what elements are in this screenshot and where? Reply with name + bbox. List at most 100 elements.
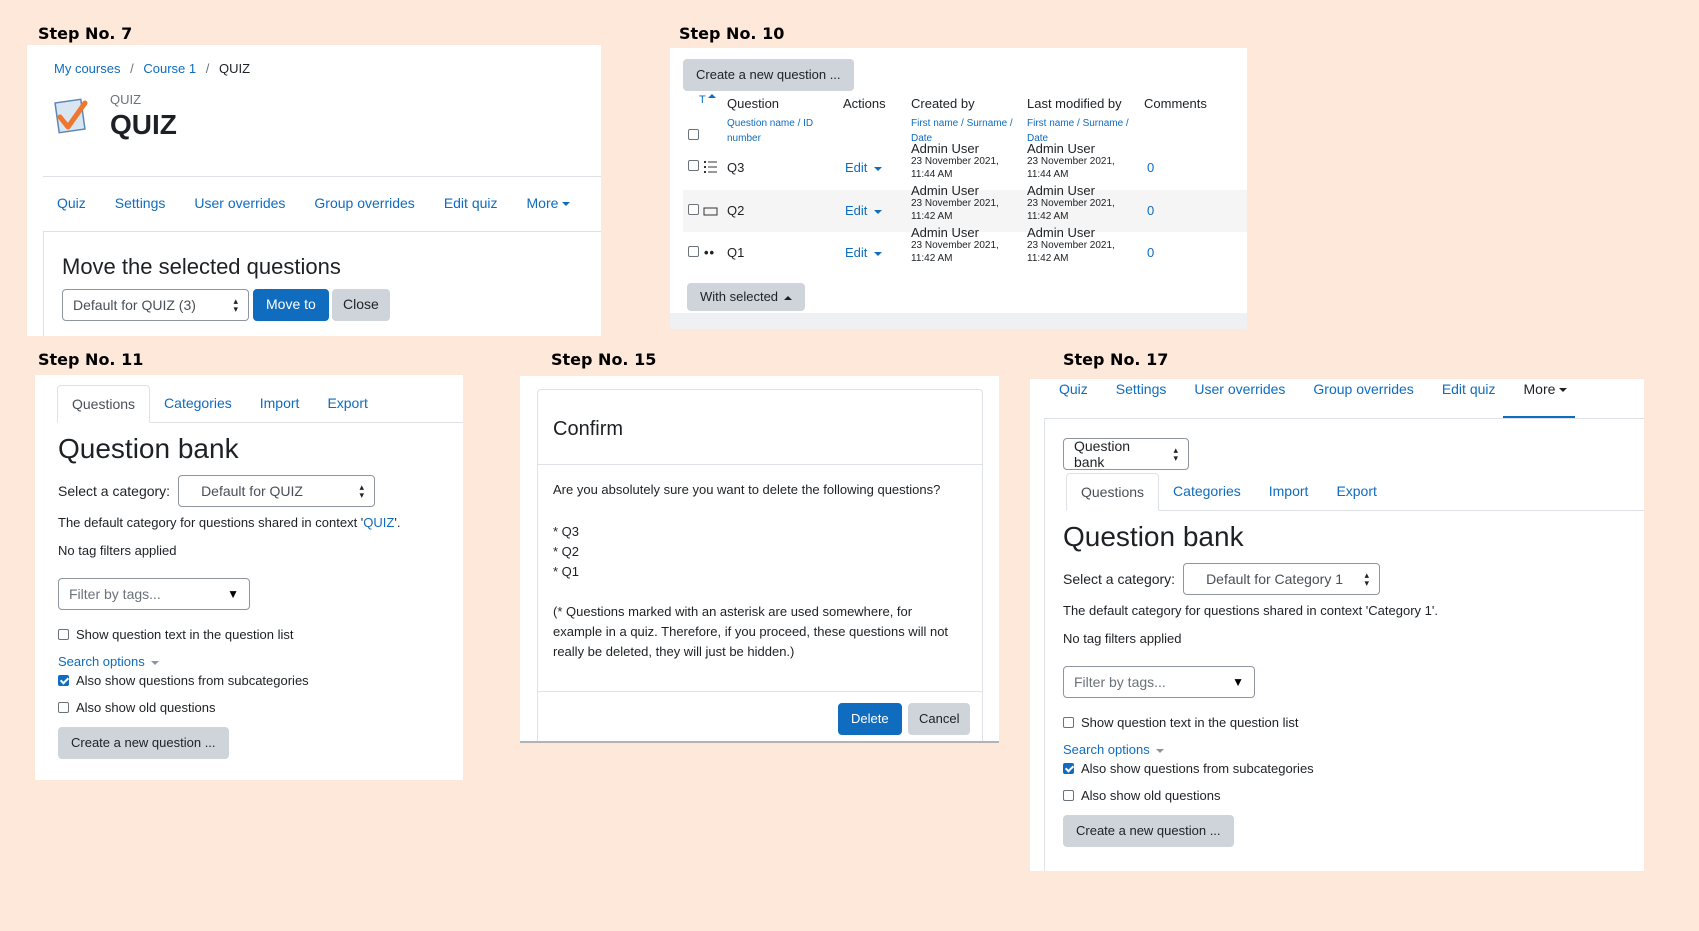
modified-cell: Admin User 23 November 2021, 11:44 AM xyxy=(1027,142,1115,181)
bank-select[interactable]: Question bank ▴ ▾ xyxy=(1063,438,1189,470)
step-11-label: Step No. 11 xyxy=(38,350,144,369)
nav-group-overrides[interactable]: Group overrides xyxy=(1313,381,1413,397)
comments-count[interactable]: 0 xyxy=(1147,203,1154,218)
dropdown-triangle-icon: ▼ xyxy=(227,587,239,601)
show-text-option: Show question text in the question list xyxy=(1063,715,1299,730)
old-questions-checkbox[interactable] xyxy=(1063,790,1074,801)
default-text-pre: The default category for questions share… xyxy=(58,515,364,530)
row-checkbox[interactable] xyxy=(688,160,699,171)
no-tag-filters: No tag filters applied xyxy=(58,543,177,558)
category-select[interactable]: Default for QUIZ ▴ ▾ xyxy=(178,475,376,507)
chevron-down-icon xyxy=(874,251,883,256)
nav-settings[interactable]: Settings xyxy=(115,195,166,211)
nav-edit-quiz[interactable]: Edit quiz xyxy=(1442,381,1496,397)
close-button[interactable]: Close xyxy=(332,289,390,321)
secondary-nav: Quiz Settings User overrides Group overr… xyxy=(57,195,571,211)
dialog-footer-divider xyxy=(538,691,982,692)
nav-quiz[interactable]: Quiz xyxy=(1059,381,1088,397)
created-time: 11:42 AM xyxy=(911,211,953,222)
col-question-sort[interactable]: Question name / ID number xyxy=(727,116,827,146)
old-questions-checkbox[interactable] xyxy=(58,702,69,713)
sort-up-icon xyxy=(707,94,716,98)
row-checkbox[interactable] xyxy=(688,204,699,215)
confirm-dialog: Confirm Are you absolutely sure you want… xyxy=(537,389,983,741)
category-select[interactable]: Default for Category 1 ▴ ▾ xyxy=(1183,563,1381,595)
edit-label: Edit xyxy=(845,160,868,175)
chevron-down-icon xyxy=(1559,388,1568,393)
nav-edit-quiz[interactable]: Edit quiz xyxy=(444,195,498,211)
step17-panel: Quiz Settings User overrides Group overr… xyxy=(1030,379,1644,871)
sort-type-header[interactable]: T xyxy=(699,94,716,106)
modified-date: 23 November 2021, xyxy=(1027,198,1115,209)
cancel-button[interactable]: Cancel xyxy=(908,703,971,735)
breadcrumb-my-courses[interactable]: My courses xyxy=(54,61,120,76)
create-question-button[interactable]: Create a new question ... xyxy=(58,727,229,759)
step-15-label: Step No. 15 xyxy=(551,350,657,369)
tab-export[interactable]: Export xyxy=(313,385,381,422)
chevron-down-icon xyxy=(874,166,883,171)
old-questions-option: Also show old questions xyxy=(1063,788,1220,803)
list-item: * Q3 xyxy=(553,524,580,539)
dropdown-triangle-icon: ▼ xyxy=(1232,675,1244,689)
nav-quiz[interactable]: Quiz xyxy=(57,195,86,211)
subcategories-checkbox[interactable] xyxy=(58,675,69,686)
edit-menu[interactable]: Edit xyxy=(845,245,883,260)
show-text-checkbox[interactable] xyxy=(58,629,69,640)
tab-export[interactable]: Export xyxy=(1322,473,1390,510)
tab-categories[interactable]: Categories xyxy=(1159,473,1255,510)
created-cell: Admin User 23 November 2021, 11:42 AM xyxy=(911,226,999,265)
dialog-bottom-line xyxy=(520,741,999,743)
category-select[interactable]: Default for QUIZ (3) ▴ ▾ xyxy=(62,289,249,321)
category-select-value: Default for QUIZ (3) xyxy=(73,297,196,313)
asterisk-note: (* Questions marked with an asterisk are… xyxy=(553,602,948,662)
with-selected-button[interactable]: With selected xyxy=(687,283,806,311)
chevron-down-icon xyxy=(874,209,883,214)
edit-menu[interactable]: Edit xyxy=(845,203,883,218)
select-all-checkbox[interactable] xyxy=(688,129,699,140)
move-to-button[interactable]: Move to xyxy=(253,289,329,321)
table-row: •• Q1 Edit Admin User 23 November 2021, … xyxy=(683,226,1247,274)
category-label: Select a category: xyxy=(1063,571,1176,587)
old-questions-label: Also show old questions xyxy=(1081,788,1221,803)
edit-label: Edit xyxy=(845,245,868,260)
confirm-question: Are you absolutely sure you want to dele… xyxy=(553,482,941,497)
tab-import[interactable]: Import xyxy=(1255,473,1323,510)
comments-count[interactable]: 0 xyxy=(1147,245,1154,260)
tab-questions[interactable]: Questions xyxy=(57,385,151,423)
create-question-button[interactable]: Create a new question ... xyxy=(683,59,854,91)
nav-user-overrides[interactable]: User overrides xyxy=(1194,381,1285,397)
modified-cell: Admin User 23 November 2021, 11:42 AM xyxy=(1027,184,1115,223)
search-options-toggle[interactable]: Search options xyxy=(58,654,159,669)
nav-more-label: More xyxy=(526,195,559,211)
tab-questions[interactable]: Questions xyxy=(1066,473,1160,511)
nav-more[interactable]: More xyxy=(1524,381,1568,397)
nav-user-overrides[interactable]: User overrides xyxy=(194,195,285,211)
breadcrumb: My courses / Course 1 / QUIZ xyxy=(54,61,250,76)
nav-more[interactable]: More xyxy=(527,195,571,211)
list-item: * Q1 xyxy=(553,564,580,579)
show-text-checkbox[interactable] xyxy=(1063,717,1074,728)
row-checkbox[interactable] xyxy=(688,246,699,257)
created-time: 11:42 AM xyxy=(911,253,953,264)
delete-button[interactable]: Delete xyxy=(838,703,902,735)
old-questions-label: Also show old questions xyxy=(76,700,216,715)
tag-filter-input[interactable]: Filter by tags... ▼ xyxy=(1063,666,1255,698)
create-question-button[interactable]: Create a new question ... xyxy=(1063,815,1234,847)
tab-categories[interactable]: Categories xyxy=(150,385,246,422)
created-cell: Admin User 23 November 2021, 11:42 AM xyxy=(911,184,999,223)
context-link[interactable]: QUIZ xyxy=(363,515,394,530)
breadcrumb-course-1[interactable]: Course 1 xyxy=(143,61,196,76)
tab-import[interactable]: Import xyxy=(246,385,314,422)
nav-settings[interactable]: Settings xyxy=(1116,381,1167,397)
subcategories-checkbox[interactable] xyxy=(1063,763,1074,774)
category-select-value: Default for Category 1 xyxy=(1206,571,1344,587)
step10-panel: Create a new question ... T Question Que… xyxy=(670,48,1247,329)
creator-name: Admin User xyxy=(911,183,979,198)
with-selected-label: With selected xyxy=(700,289,779,304)
step15-panel: Confirm Are you absolutely sure you want… xyxy=(520,376,999,743)
edit-menu[interactable]: Edit xyxy=(845,160,883,175)
nav-group-overrides[interactable]: Group overrides xyxy=(314,195,414,211)
tag-filter-input[interactable]: Filter by tags... ▼ xyxy=(58,578,250,610)
search-options-toggle[interactable]: Search options xyxy=(1063,742,1164,757)
comments-count[interactable]: 0 xyxy=(1147,160,1154,175)
